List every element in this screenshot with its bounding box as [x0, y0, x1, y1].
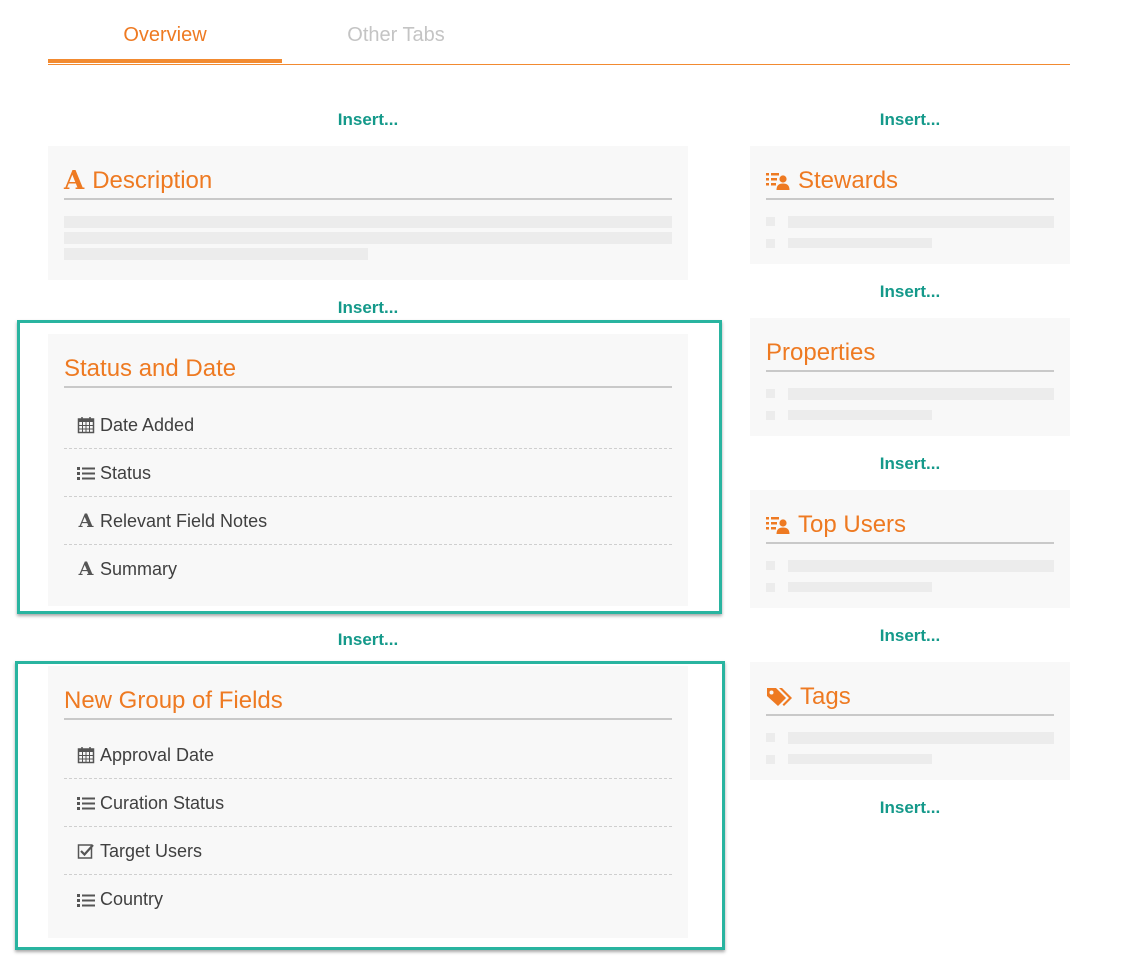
panel-title: Properties [766, 336, 1054, 372]
insert-link[interactable]: Insert... [810, 282, 1010, 302]
tags-panel[interactable]: Tags [750, 662, 1070, 780]
panel-title: A Description [64, 164, 672, 200]
placeholder-dot [766, 583, 775, 592]
placeholder-line [64, 216, 672, 228]
selection-highlight [17, 320, 722, 614]
top-users-panel[interactable]: Top Users [750, 490, 1070, 608]
description-title: Description [92, 167, 213, 194]
placeholder-line [788, 560, 1054, 572]
tags-title: Tags [800, 683, 851, 710]
tab-other-tabs[interactable]: Other Tabs [313, 24, 479, 47]
insert-link[interactable]: Insert... [268, 110, 468, 130]
placeholder-line [788, 410, 932, 420]
insert-link[interactable]: Insert... [810, 798, 1010, 818]
stewards-title: Stewards [798, 167, 899, 194]
placeholder-line [788, 238, 932, 248]
users-list-icon [766, 515, 790, 535]
active-tab-indicator [48, 59, 282, 63]
placeholder-line [64, 232, 672, 244]
letter-a-icon: A [64, 166, 85, 196]
tab-bar: Overview Other Tabs [48, 0, 1070, 65]
placeholder-dot [766, 217, 775, 226]
tab-overview[interactable]: Overview [48, 24, 282, 47]
placeholder-dot [766, 239, 775, 248]
placeholder-dot [766, 411, 775, 420]
insert-link[interactable]: Insert... [268, 298, 468, 318]
insert-link[interactable]: Insert... [810, 626, 1010, 646]
placeholder-dot [766, 389, 775, 398]
selection-highlight [15, 661, 725, 950]
properties-panel[interactable]: Properties [750, 318, 1070, 436]
description-panel[interactable]: A Description [48, 146, 688, 280]
placeholder-line [788, 582, 932, 592]
panel-title: Top Users [766, 508, 1054, 544]
panel-title: Stewards [766, 164, 1054, 200]
placeholder-line [788, 732, 1054, 744]
placeholder-dot [766, 561, 775, 570]
insert-link[interactable]: Insert... [268, 630, 468, 650]
placeholder-line [64, 248, 368, 260]
users-list-icon [766, 171, 790, 191]
insert-link[interactable]: Insert... [810, 110, 1010, 130]
panel-title: Tags [766, 680, 1054, 716]
placeholder-line [788, 754, 932, 764]
insert-link[interactable]: Insert... [810, 454, 1010, 474]
tags-icon [766, 686, 792, 708]
top-users-title: Top Users [798, 511, 907, 538]
placeholder-line [788, 388, 1054, 400]
placeholder-line [788, 216, 1054, 228]
properties-title: Properties [766, 339, 876, 366]
placeholder-dot [766, 755, 775, 764]
stewards-panel[interactable]: Stewards [750, 146, 1070, 264]
placeholder-dot [766, 733, 775, 742]
